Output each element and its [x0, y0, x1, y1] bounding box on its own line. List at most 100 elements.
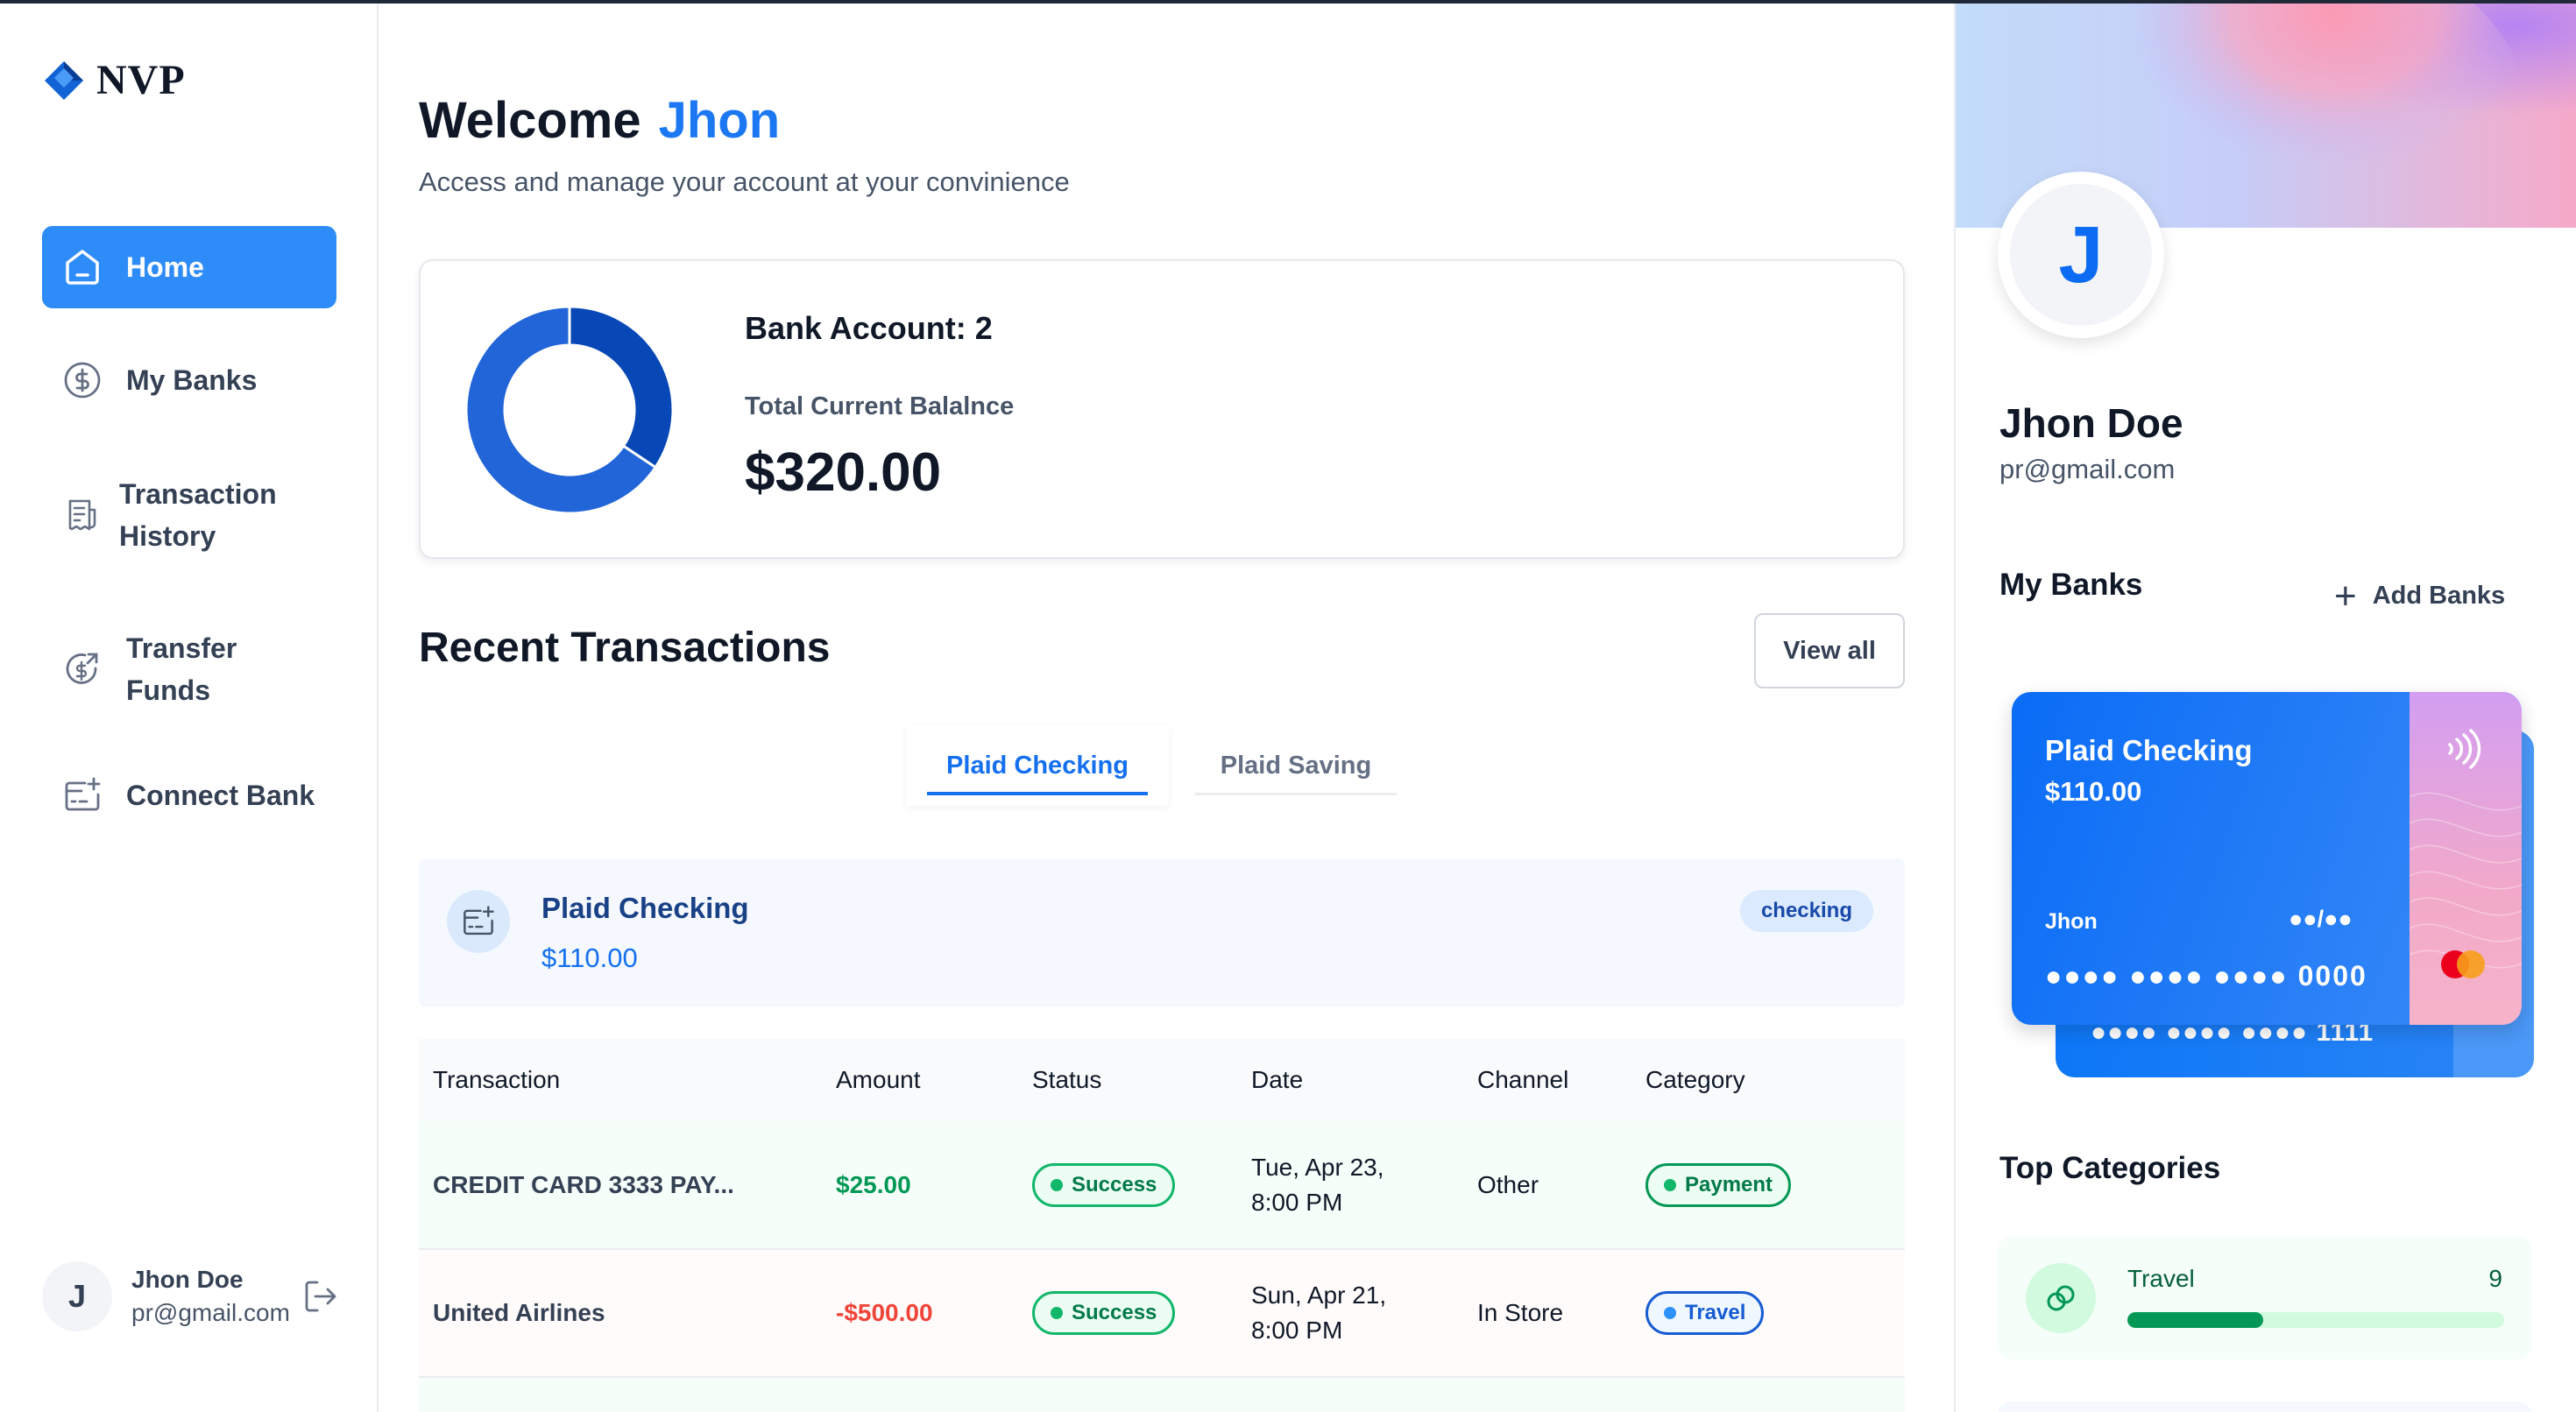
- total-balance-value: $320.00: [745, 442, 942, 503]
- add-banks-label: Add Banks: [2372, 582, 2506, 610]
- profile-email: pr@gmail.com: [1999, 454, 2176, 484]
- time-line: 8:00 PM: [1251, 1188, 1343, 1216]
- category-text: Travel: [1685, 1301, 1746, 1324]
- column-header: Date: [1251, 1066, 1304, 1093]
- category-dot: [1664, 1307, 1676, 1319]
- transfer-icon: [61, 648, 103, 690]
- column-header: Channel: [1477, 1066, 1569, 1093]
- transaction-name: CREDIT CARD 3333 PAY...: [419, 1121, 822, 1250]
- transaction-date: Tue, Apr 23, 8:00 PM: [1237, 1121, 1463, 1250]
- transaction-channel: Other: [1463, 1121, 1631, 1250]
- add-banks-button[interactable]: + Add Banks: [2334, 574, 2506, 618]
- home-icon: [61, 246, 103, 288]
- total-balance-label: Total Current Balalnce: [745, 392, 1015, 420]
- category-progress-fill: [2127, 1312, 2263, 1328]
- transaction-channel: In Store: [1463, 1249, 1631, 1378]
- time-line: 8:00 PM: [1251, 1317, 1343, 1344]
- user-email: pr@gmail.com: [131, 1299, 290, 1326]
- category-dot: [1664, 1178, 1676, 1191]
- total-balance-card: Bank Account: 2 Total Current Balalnce $…: [419, 259, 1905, 559]
- profile-name: Jhon Doe: [1999, 400, 2183, 446]
- category-progress-bar: [2127, 1312, 2504, 1328]
- sidebar-item-transfer-funds[interactable]: Transfer Funds: [42, 627, 336, 711]
- receipt-icon: [61, 494, 103, 536]
- page-subtitle: Access and manage your account at your c…: [419, 166, 1070, 197]
- sidebar-item-label: Transfer: [126, 632, 237, 664]
- date-line: Tue, Apr 23,: [1251, 1153, 1384, 1181]
- transactions-table: Transaction Amount Status Date Channel C…: [419, 1039, 1905, 1412]
- welcome-user-name: Jhon: [658, 92, 781, 149]
- my-banks-title: My Banks: [1999, 568, 2143, 602]
- sidebar-item-home[interactable]: Home: [42, 226, 336, 308]
- profile-panel: J Jhon Doe pr@gmail.com My Banks + Add B…: [1954, 4, 2576, 1412]
- status-text: Success: [1072, 1172, 1157, 1197]
- table-row[interactable]: United Airlines -$500.00 Success Sun, Ap…: [419, 1249, 1905, 1378]
- sidebar-item-label: Connect Bank: [126, 780, 315, 811]
- balance-donut-chart: [466, 307, 673, 513]
- tab-plaid-checking[interactable]: Plaid Checking: [906, 725, 1169, 806]
- category-badge: Payment: [1645, 1162, 1792, 1207]
- status-text: Success: [1072, 1301, 1157, 1324]
- card-expiry: ●●/●●: [2289, 906, 2353, 932]
- logo-icon: [45, 60, 83, 100]
- category-card-next[interactable]: [1998, 1401, 2532, 1412]
- transaction-amount: $25.00: [822, 1121, 1018, 1250]
- main-content: Welcome Jhon Access and manage your accou…: [380, 4, 1954, 1412]
- account-name: Plaid Checking: [541, 892, 749, 924]
- card-balance: $110.00: [2045, 776, 2142, 807]
- category-count: 9: [2488, 1265, 2502, 1292]
- sidebar-item-label: Transaction: [119, 478, 277, 510]
- sidebar-item-label: History: [119, 520, 216, 552]
- profile-avatar[interactable]: J: [1998, 172, 2164, 338]
- sidebar-item-label: My Banks: [126, 364, 258, 396]
- table-header-row: Transaction Amount Status Date Channel C…: [419, 1039, 1905, 1121]
- selected-account-banner: Plaid Checking $110.00 checking: [419, 858, 1905, 1007]
- sidebar: NVP Home My Banks Transaction History Tr…: [0, 4, 379, 1412]
- logout-icon[interactable]: [301, 1277, 340, 1316]
- mastercard-icon: [2441, 950, 2485, 978]
- status-dot: [1051, 1178, 1063, 1191]
- sidebar-item-label: Funds: [126, 674, 210, 706]
- transaction-date: Sun, Apr 21, 8:00 PM: [1237, 1249, 1463, 1378]
- welcome-text: Welcome: [419, 92, 641, 149]
- user-footer: J Jhon Doe pr@gmail.com: [42, 1258, 340, 1335]
- sidebar-item-label: Home: [126, 251, 204, 283]
- plus-icon: +: [2334, 574, 2357, 618]
- bank-card-icon: [447, 890, 510, 953]
- recent-transactions-title: Recent Transactions: [419, 625, 831, 671]
- category-text: Payment: [1685, 1172, 1773, 1197]
- date-line: Sun, Apr 21,: [1251, 1281, 1387, 1309]
- contactless-icon: [2448, 729, 2481, 769]
- sidebar-item-transaction-history[interactable]: Transaction History: [42, 473, 336, 557]
- link-icon: [2026, 1263, 2096, 1333]
- column-header: Transaction: [433, 1066, 561, 1093]
- table-row[interactable]: [419, 1377, 1905, 1412]
- page-title: Welcome Jhon: [419, 91, 780, 150]
- status-dot: [1051, 1307, 1063, 1319]
- category-badge: Travel: [1645, 1291, 1765, 1335]
- bank-account-count: Bank Account: 2: [745, 310, 993, 346]
- avatar[interactable]: J: [42, 1261, 112, 1331]
- transaction-name: United Airlines: [419, 1249, 822, 1378]
- sidebar-item-connect-bank[interactable]: Connect Bank: [42, 774, 336, 816]
- bank-card-primary[interactable]: Plaid Checking $110.00 Jhon ●●/●● ●●●● ●…: [2012, 692, 2522, 1025]
- category-card-travel[interactable]: Travel 9: [1998, 1237, 2532, 1359]
- view-all-button[interactable]: View all: [1754, 613, 1905, 688]
- account-balance: $110.00: [541, 943, 638, 973]
- table-row[interactable]: CREDIT CARD 3333 PAY... $25.00 Success T…: [419, 1121, 1905, 1250]
- profile-avatar-letter: J: [2010, 184, 2152, 326]
- transaction-amount: -$500.00: [822, 1249, 1018, 1378]
- column-header: Amount: [836, 1066, 921, 1093]
- category-name: Travel: [2127, 1265, 2195, 1292]
- tab-plaid-saving[interactable]: Plaid Saving: [1195, 725, 1397, 806]
- sidebar-item-my-banks[interactable]: My Banks: [42, 359, 336, 401]
- card-bank-name: Plaid Checking: [2045, 734, 2253, 766]
- card-holder-name: Jhon: [2045, 909, 2098, 934]
- logo[interactable]: NVP: [42, 56, 186, 104]
- column-header: Category: [1645, 1066, 1745, 1093]
- status-badge: Success: [1032, 1291, 1176, 1335]
- top-categories-title: Top Categories: [1999, 1151, 2221, 1185]
- dollar-circle-icon: [61, 359, 103, 401]
- bank-card-icon: [61, 774, 103, 816]
- column-header: Status: [1032, 1066, 1102, 1093]
